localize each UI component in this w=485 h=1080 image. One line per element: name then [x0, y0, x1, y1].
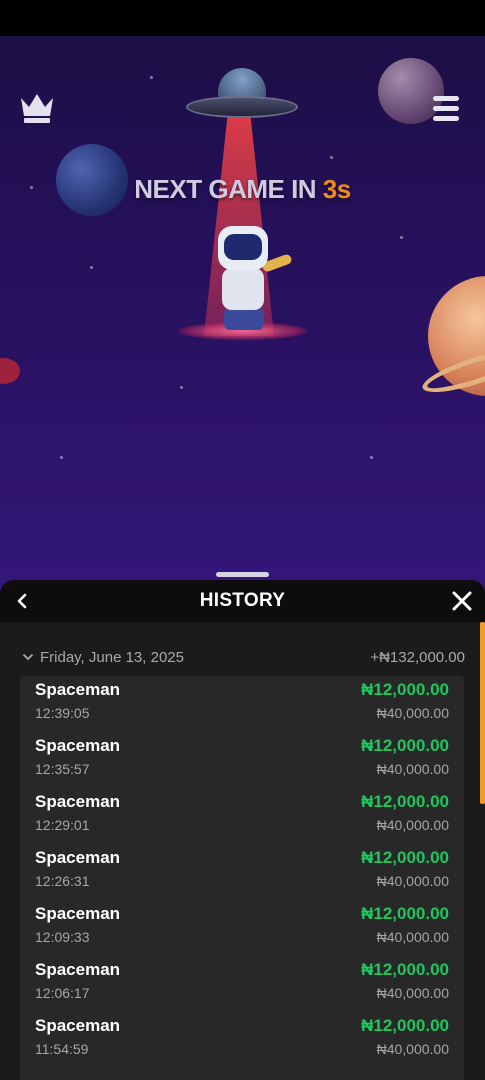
- crown-icon: [21, 94, 53, 123]
- close-icon: [452, 591, 472, 611]
- bet-amount: ₦40,000.00: [376, 873, 449, 889]
- next-game-countdown: NEXT GAME IN 3s: [0, 174, 485, 205]
- crown-button[interactable]: [18, 90, 56, 124]
- menu-button[interactable]: [430, 96, 462, 124]
- win-amount: ₦12,000.00: [361, 680, 449, 699]
- game-name: Spaceman: [35, 792, 121, 811]
- history-row[interactable]: Spaceman 12:26:31 ₦12,000.00 ₦40,000.00: [20, 844, 464, 900]
- history-sheet: HISTORY Friday, June 13, 2025 +₦132,000.…: [0, 580, 485, 1080]
- countdown-label: NEXT GAME IN: [134, 174, 323, 204]
- win-amount: ₦12,000.00: [361, 848, 449, 867]
- date-label: Friday, June 13, 2025: [40, 649, 184, 666]
- game-name: Spaceman: [35, 1016, 121, 1035]
- game-name: Spaceman: [35, 736, 121, 755]
- bet-amount: ₦40,000.00: [376, 985, 449, 1001]
- astronaut-illustration: [224, 234, 262, 260]
- bet-amount: ₦40,000.00: [376, 1041, 449, 1057]
- history-row[interactable]: Spaceman 12:35:57 ₦12,000.00 ₦40,000.00: [20, 732, 464, 788]
- star: [370, 456, 373, 459]
- win-amount: ₦12,000.00: [361, 792, 449, 811]
- win-amount: ₦12,000.00: [361, 960, 449, 979]
- history-row[interactable]: Spaceman 12:39:05 ₦12,000.00 ₦40,000.00: [20, 676, 464, 732]
- status-bar: [0, 0, 485, 36]
- win-amount: ₦12,000.00: [361, 1016, 449, 1035]
- history-row[interactable]: Spaceman 12:06:17 ₦12,000.00 ₦40,000.00: [20, 956, 464, 1012]
- date-group-header[interactable]: Friday, June 13, 2025 +₦132,000.00: [0, 646, 485, 670]
- game-name: Spaceman: [35, 848, 121, 867]
- hamburger-menu-icon: [430, 96, 462, 121]
- game-name: Spaceman: [35, 904, 121, 923]
- astronaut-illustration: [222, 268, 264, 310]
- star: [180, 386, 183, 389]
- chevron-down-icon: [23, 654, 33, 661]
- star: [400, 236, 403, 239]
- planet-illustration: [0, 358, 20, 384]
- history-list: Spaceman 12:39:05 ₦12,000.00 ₦40,000.00 …: [20, 676, 464, 1080]
- history-row[interactable]: Spaceman 12:09:33 ₦12,000.00 ₦40,000.00: [20, 900, 464, 956]
- round-time: 12:26:31: [35, 873, 90, 889]
- sheet-drag-handle[interactable]: [216, 572, 269, 577]
- star: [150, 76, 153, 79]
- game-area: NEXT GAME IN 3s: [0, 36, 485, 596]
- history-title: HISTORY: [199, 590, 286, 611]
- bet-amount: ₦40,000.00: [376, 817, 449, 833]
- ufo-illustration: [186, 96, 298, 118]
- history-row[interactable]: Spaceman 11:54:59 ₦12,000.00 ₦40,000.00: [20, 1012, 464, 1068]
- round-time: 11:54:59: [35, 1041, 89, 1057]
- star: [60, 456, 63, 459]
- game-name: Spaceman: [35, 680, 121, 699]
- win-amount: ₦12,000.00: [361, 904, 449, 923]
- round-time: 12:09:33: [35, 929, 90, 945]
- history-header: HISTORY: [0, 580, 485, 622]
- round-time: 12:06:17: [35, 985, 90, 1001]
- round-time: 12:35:57: [35, 761, 90, 777]
- star: [330, 156, 333, 159]
- round-time: 12:39:05: [35, 705, 90, 721]
- bet-amount: ₦40,000.00: [376, 705, 449, 721]
- astronaut-illustration: [224, 308, 264, 330]
- date-total: +₦132,000.00: [370, 649, 465, 666]
- star: [90, 266, 93, 269]
- countdown-seconds: 3s: [322, 174, 351, 204]
- history-row[interactable]: Spaceman 12:29:01 ₦12,000.00 ₦40,000.00: [20, 788, 464, 844]
- round-time: 12:29:01: [35, 817, 90, 833]
- scrollbar-thumb[interactable]: [480, 622, 485, 804]
- win-amount: ₦12,000.00: [361, 736, 449, 755]
- bet-amount: ₦40,000.00: [376, 929, 449, 945]
- game-name: Spaceman: [35, 960, 121, 979]
- bet-amount: ₦40,000.00: [376, 761, 449, 777]
- close-button[interactable]: [450, 589, 474, 613]
